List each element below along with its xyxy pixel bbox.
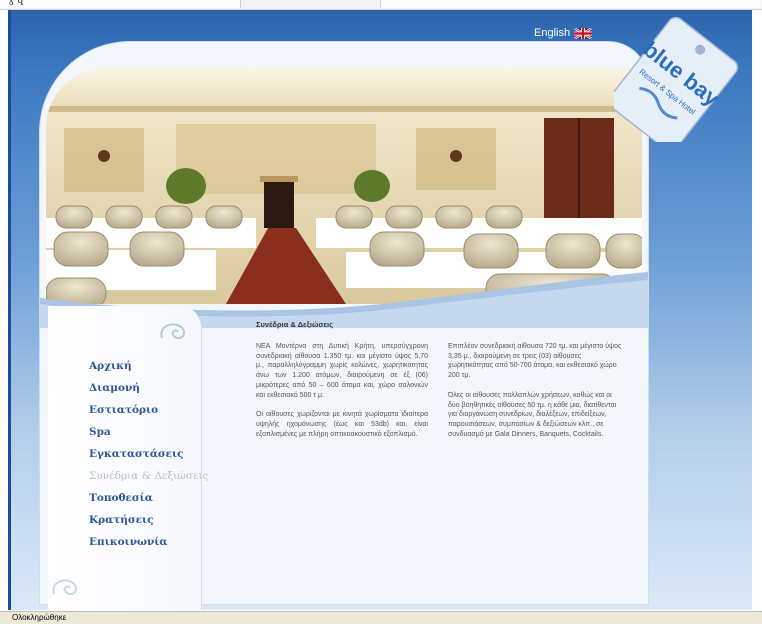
swirl-ornament-bottom-icon	[52, 579, 78, 596]
nav-item-conferences[interactable]: Συνέδρια & Δεξιώσεις	[89, 465, 208, 487]
paragraph: Επιπλέον συνεδριακή αίθουσα 720 τμ. και …	[448, 343, 622, 380]
nav-item-reservations[interactable]: Κρατήσεις	[89, 509, 208, 531]
content-column-left: ΝΕΑ Μοντέρνα στη Δυτική Κρήτη, υπερσύγχρ…	[256, 342, 428, 449]
uk-flag-icon	[574, 27, 593, 39]
paragraph: ΝΕΑ Μοντέρνα στη Δυτική Κρήτη, υπερσύγχρ…	[256, 343, 428, 399]
content-column-right: Επιπλέον συνεδριακή αίθουσα 720 τμ. και …	[448, 342, 624, 449]
browser-tab-right[interactable]	[380, 0, 761, 8]
browser-tab-left[interactable]	[0, 0, 241, 8]
browser-status-bar: Ολοκληρώθηκε	[0, 611, 762, 624]
nav-item-home[interactable]: Αρχική	[89, 355, 208, 377]
main-nav: Αρχική Διαμονή Εστιατόριο Spa Εγκαταστάσ…	[89, 355, 208, 553]
blue-bay-logo[interactable]: blue bay Resort & Spa Hotel	[614, 14, 742, 142]
nav-item-facilities[interactable]: Εγκαταστάσεις	[89, 443, 208, 465]
paragraph: Όλες οι αίθουσες πολλαπλών χρήσεων, καθώ…	[448, 391, 617, 438]
window-right-margin	[752, 10, 762, 611]
language-link-english[interactable]: English	[534, 26, 593, 40]
page-title: Συνέδρια & Δεξιώσεις	[256, 320, 333, 329]
nav-item-location[interactable]: Τοποθεσία	[89, 487, 208, 509]
nav-item-spa[interactable]: Spa	[89, 421, 208, 443]
status-text: Ολοκληρώθηκε	[12, 613, 67, 622]
browser-tab-strip: ɣ ɥ	[0, 0, 762, 10]
window-title-fragment: ɣ ɥ	[8, 0, 24, 6]
sidebar-nav-panel: Αρχική Διαμονή Εστιατόριο Spa Εγκαταστάσ…	[48, 306, 208, 610]
paragraph: Οι αίθουσες χωρίζονται με κινητά χωρίσμα…	[256, 411, 428, 438]
page-frame: English blue bay Resort & Spa Hotel Αρχι…	[8, 10, 752, 610]
nav-item-contact[interactable]: Επικοινωνία	[89, 531, 208, 553]
nav-item-accommodation[interactable]: Διαμονή	[89, 377, 208, 399]
language-label: English	[534, 27, 571, 39]
nav-item-restaurant[interactable]: Εστιατόριο	[89, 399, 208, 421]
swirl-ornament-icon	[160, 323, 186, 340]
page-left-border	[8, 10, 11, 610]
